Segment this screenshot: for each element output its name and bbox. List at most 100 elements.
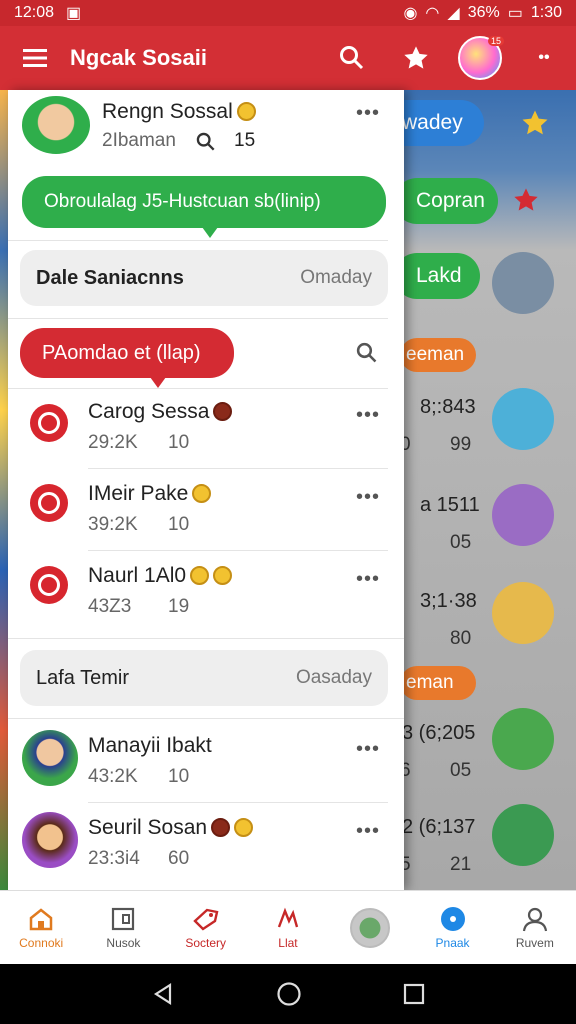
list-item[interactable]: Naurl 1Al0 43Z3 19 ••• bbox=[8, 552, 404, 632]
divider bbox=[8, 318, 388, 319]
background-label-orange-1: eeman bbox=[400, 338, 476, 372]
background-row-value: a 1511 bbox=[420, 494, 480, 516]
system-navigation-bar bbox=[0, 964, 576, 1024]
profile-handle: 2Ibaman bbox=[102, 130, 176, 151]
list-item-stat: 39:2K bbox=[88, 514, 138, 535]
list-item-count: 19 bbox=[168, 596, 190, 617]
section-header-1[interactable]: Dale Saniacnns Omaday bbox=[20, 250, 388, 306]
avatar: 15 bbox=[458, 36, 504, 80]
divider bbox=[8, 240, 388, 241]
alarm-icon: ◉ bbox=[403, 5, 418, 22]
nav-label: Soctery bbox=[185, 935, 227, 950]
back-icon[interactable] bbox=[151, 982, 175, 1006]
list-item-count: 10 bbox=[168, 766, 190, 787]
background-star-icon bbox=[522, 110, 548, 135]
background-row-count: 99 bbox=[450, 434, 472, 455]
background-row-value: 8;:843 bbox=[420, 396, 476, 418]
app-title: Ngcak Sosaii bbox=[70, 45, 207, 70]
avatar-badge: 15 bbox=[487, 36, 504, 46]
menu-button[interactable] bbox=[0, 26, 70, 90]
nav-label: Pnaak bbox=[435, 935, 470, 950]
tag-icon bbox=[192, 908, 219, 931]
list-item[interactable]: IMeir Pake 39:2K 10 ••• bbox=[8, 472, 404, 552]
app-screen: 12:08 ▣ ◉ ◠ ◢ 36% ▭ 1:30 Ngcak Sosaii 15… bbox=[0, 0, 576, 1024]
red-speech-bubble[interactable]: PAomdao et (llap) bbox=[20, 328, 234, 388]
list-item-more-button[interactable]: ••• bbox=[356, 568, 380, 591]
notes-icon bbox=[112, 907, 135, 930]
background-row-value: 3 (6;205 bbox=[402, 722, 476, 744]
home-circle-icon[interactable] bbox=[276, 981, 302, 1007]
section-header-2[interactable]: Lafa Temir Oasaday bbox=[20, 650, 388, 706]
list-item-count: 10 bbox=[168, 432, 190, 453]
list-item[interactable]: Carog Sessa 29:2K 10 ••• bbox=[8, 390, 404, 470]
nav-chat[interactable]: Llat bbox=[247, 891, 329, 964]
nav-notes[interactable]: Nusok bbox=[82, 891, 164, 964]
list-item-more-button[interactable]: ••• bbox=[356, 738, 380, 761]
nav-pnaak[interactable]: Pnaak bbox=[411, 891, 493, 964]
hamburger-icon bbox=[23, 49, 47, 67]
nav-profile[interactable]: Ruvem bbox=[494, 891, 576, 964]
divider bbox=[88, 802, 388, 803]
list-item-person[interactable]: Manayii Ibakt 43:2K 10 ••• bbox=[8, 722, 404, 802]
emoji-icon bbox=[213, 402, 233, 421]
profile-avatar bbox=[22, 96, 90, 154]
list-item-stat: 43Z3 bbox=[88, 596, 132, 617]
background-avatar bbox=[492, 582, 554, 644]
profile-row[interactable]: Rengn Sossal 2Ibaman 15 ••• bbox=[8, 90, 404, 166]
search-icon[interactable] bbox=[356, 342, 378, 364]
search-button[interactable] bbox=[320, 26, 384, 90]
nav-home[interactable]: Connoki bbox=[0, 891, 82, 964]
person-icon bbox=[522, 907, 547, 931]
gallery-thumbnail-icon bbox=[350, 907, 391, 948]
nav-gallery[interactable] bbox=[329, 891, 411, 964]
smiley-icon bbox=[192, 484, 212, 503]
emoji-icon bbox=[211, 818, 231, 837]
list-item-name: Carog Sessa bbox=[88, 400, 233, 424]
list-item-stat: 23:3i4 bbox=[88, 848, 140, 869]
recents-icon[interactable] bbox=[403, 983, 425, 1005]
nav-label: Ruvem bbox=[515, 935, 554, 950]
smiley-icon bbox=[213, 566, 233, 585]
profile-name: Rengn Sossal bbox=[102, 100, 256, 124]
item-red-icon bbox=[30, 484, 68, 522]
background-thumbnail bbox=[492, 252, 554, 314]
overflow-menu-button[interactable]: •• bbox=[512, 26, 576, 90]
smiley-icon bbox=[234, 818, 254, 837]
green-speech-bubble[interactable]: Obroulalag J5-Hustcuan sb(linip) bbox=[22, 176, 386, 238]
background-red-star-icon bbox=[514, 188, 538, 211]
list-item-count: 10 bbox=[168, 514, 190, 535]
profile-avatar-button[interactable]: 15 bbox=[448, 26, 512, 90]
background-row-value: 2 (6;137 bbox=[402, 816, 476, 838]
list-item-name: Manayii Ibakt bbox=[88, 734, 212, 757]
wifi-icon: ◠ bbox=[425, 5, 440, 22]
background-row-count: 05 bbox=[450, 532, 472, 553]
list-item-stat: 43:2K bbox=[88, 766, 138, 787]
list-item-person[interactable]: Seuril Sosan 23:3i4 60 ••• bbox=[8, 804, 404, 884]
person-avatar bbox=[22, 730, 78, 786]
circle-dot-icon bbox=[440, 906, 465, 931]
section-day: Omaday bbox=[300, 267, 372, 288]
list-item-more-button[interactable]: ••• bbox=[356, 404, 380, 427]
nav-society[interactable]: Soctery bbox=[165, 891, 247, 964]
smiley-icon bbox=[190, 566, 210, 585]
nav-label: Nusok bbox=[106, 935, 141, 950]
divider bbox=[8, 718, 404, 719]
item-red-icon bbox=[30, 404, 68, 442]
person-avatar bbox=[22, 812, 78, 868]
list-item-count: 60 bbox=[168, 848, 190, 869]
list-item-more-button[interactable]: ••• bbox=[356, 486, 380, 509]
list-item-name: IMeir Pake bbox=[88, 482, 212, 506]
background-row-value: 3;1·38 bbox=[420, 590, 477, 612]
list-item-stat: 29:2K bbox=[88, 432, 138, 453]
list-item-name: Naurl 1Al0 bbox=[88, 564, 233, 588]
divider bbox=[88, 550, 388, 551]
list-item-more-button[interactable]: ••• bbox=[356, 820, 380, 843]
profile-more-button[interactable]: ••• bbox=[356, 102, 380, 125]
background-avatar bbox=[492, 804, 554, 866]
nav-label: Connoki bbox=[19, 935, 64, 950]
favorites-button[interactable] bbox=[384, 26, 448, 90]
background-avatar bbox=[492, 708, 554, 770]
home-icon bbox=[29, 907, 53, 930]
more-vert-icon: •• bbox=[538, 49, 550, 66]
signal-icon: ◢ bbox=[447, 5, 460, 22]
